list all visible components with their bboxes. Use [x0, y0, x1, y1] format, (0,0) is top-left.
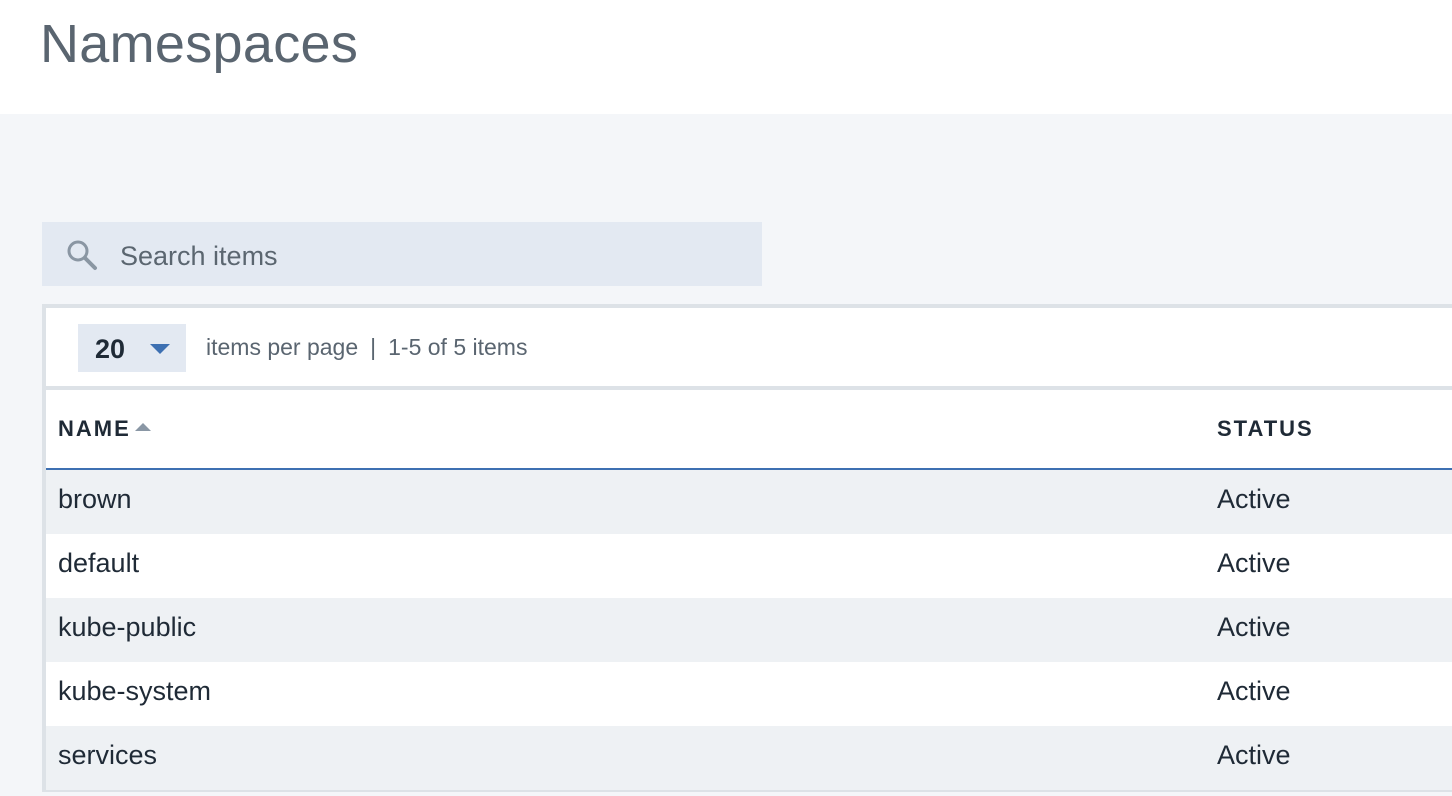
namespace-name[interactable]: default	[58, 548, 139, 579]
namespace-status: Active	[1217, 612, 1291, 642]
namespace-status: Active	[1217, 484, 1291, 514]
column-header-status-label: STATUS	[1217, 416, 1314, 441]
item-range-label: 1-5 of 5 items	[388, 334, 528, 360]
namespace-name[interactable]: brown	[58, 484, 132, 515]
table-row[interactable]: services Active	[46, 726, 1452, 790]
column-header-name-label: NAME	[58, 416, 131, 441]
pagination-separator: |	[370, 334, 377, 360]
namespace-status: Active	[1217, 548, 1291, 578]
column-header-name[interactable]: NAME	[58, 416, 151, 442]
table-row[interactable]: kube-public Active	[46, 598, 1452, 662]
namespace-status: Active	[1217, 676, 1291, 706]
items-per-page-select[interactable]: 20	[78, 324, 186, 372]
namespace-name[interactable]: kube-public	[58, 612, 196, 643]
items-per-page-label: items per page	[206, 334, 359, 360]
pagination-info: items per page | 1-5 of 5 items	[206, 334, 527, 361]
items-per-page-value: 20	[95, 334, 126, 364]
search-input[interactable]	[120, 236, 740, 276]
pagination-bar: 20 items per page | 1-5 of 5 items	[46, 308, 1452, 390]
page-title: Namespaces	[40, 14, 359, 74]
search-icon	[67, 240, 97, 270]
namespace-name[interactable]: services	[58, 740, 157, 771]
table-header: NAME STATUS	[46, 390, 1452, 470]
namespaces-table: 20 items per page | 1-5 of 5 items NAME ST…	[42, 304, 1452, 792]
page-header: Namespaces	[0, 0, 1452, 114]
namespace-name[interactable]: kube-system	[58, 676, 211, 707]
namespace-status: Active	[1217, 740, 1291, 770]
table-body: brown Active default Active kube-public …	[46, 470, 1452, 790]
column-header-status[interactable]: STATUS	[1217, 416, 1314, 442]
table-row[interactable]: kube-system Active	[46, 662, 1452, 726]
sort-ascending-icon	[134, 423, 151, 431]
table-row[interactable]: brown Active	[46, 470, 1452, 534]
chevron-down-icon	[150, 344, 170, 354]
table-row[interactable]: default Active	[46, 534, 1452, 598]
